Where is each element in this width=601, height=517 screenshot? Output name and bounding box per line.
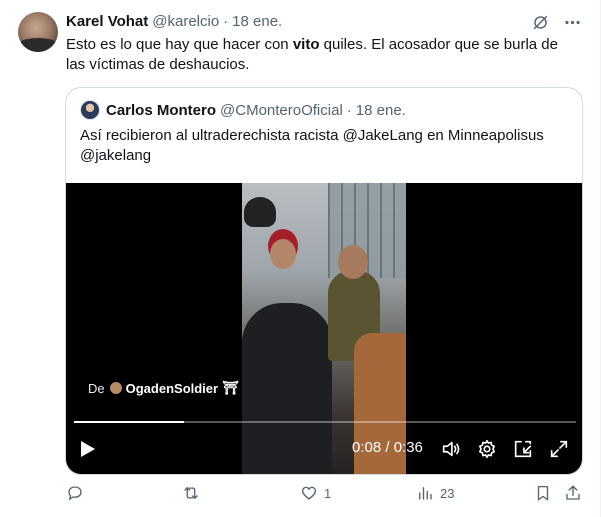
share-icon xyxy=(566,485,580,500)
fullscreen-icon[interactable] xyxy=(548,438,570,460)
tweet[interactable]: Karel Vohat @karelcio · 18 ene. Esto es … xyxy=(0,0,601,517)
like-count: 1 xyxy=(324,485,332,501)
share-button[interactable] xyxy=(564,484,582,502)
video-source-name[interactable]: OgadenSoldier xyxy=(126,381,218,396)
author-handle[interactable]: @karelcio xyxy=(152,13,219,30)
quote-text: Así recibieron al ultraderechista racist… xyxy=(80,127,544,164)
video-time: 0:08 / 0:36 xyxy=(352,439,423,456)
volume-icon[interactable] xyxy=(440,438,462,460)
video-frame xyxy=(242,183,406,474)
play-icon[interactable] xyxy=(80,440,96,458)
video-progress-bar[interactable] xyxy=(74,421,576,423)
views-icon xyxy=(419,487,432,500)
views-count: 23 xyxy=(440,485,455,501)
more-icon[interactable] xyxy=(562,12,582,32)
quote-author-handle: @CMonteroOficial xyxy=(220,101,343,119)
like-button[interactable]: 1 xyxy=(300,484,331,502)
like-icon xyxy=(301,486,317,500)
video-source[interactable]: De OgadenSoldier ⛩ xyxy=(88,380,239,396)
views-button[interactable]: 23 xyxy=(416,484,454,502)
grok-icon[interactable] xyxy=(530,12,550,32)
tweet-actions: 1 23 xyxy=(66,484,586,508)
tweet-header: Karel Vohat @karelcio · 18 ene. xyxy=(66,11,282,31)
video-progress-fill xyxy=(74,421,185,423)
video-controls: 0:08 / 0:36 xyxy=(66,433,582,463)
video-player[interactable]: De OgadenSoldier ⛩ 0:08 / 0:36 xyxy=(66,183,582,474)
tweet-text-bold: vito xyxy=(292,36,320,53)
quote-author-name: Carlos Montero xyxy=(106,101,217,119)
quote-header: Carlos Montero @CMonteroOficial · 18 ene… xyxy=(80,100,406,120)
quote-author-avatar xyxy=(80,100,100,120)
video-scene-helmet xyxy=(244,197,276,227)
tweet-top-icons xyxy=(530,12,582,32)
author-avatar[interactable] xyxy=(18,12,58,52)
retweet-icon xyxy=(184,487,198,499)
reply-icon xyxy=(68,486,82,501)
quote-separator-dot: · xyxy=(346,101,352,119)
video-scene-head-2 xyxy=(338,245,368,279)
torii-icon: ⛩ xyxy=(222,380,239,395)
author-name[interactable]: Karel Vohat xyxy=(66,13,148,30)
tweet-text: Esto es lo que hay que hacer con vito qu… xyxy=(66,35,576,75)
tweet-text-before: Esto es lo que hay que hacer con xyxy=(66,36,293,53)
separator-dot: · xyxy=(223,12,229,30)
quote-date: 18 ene. xyxy=(355,101,406,119)
retweet-button[interactable] xyxy=(182,484,206,502)
video-source-avatar xyxy=(109,382,122,394)
bookmark-icon xyxy=(537,485,549,501)
settings-icon[interactable] xyxy=(476,438,498,460)
reply-button[interactable] xyxy=(66,484,90,502)
video-scene-head xyxy=(270,239,296,269)
tweet-date[interactable]: 18 ene. xyxy=(232,13,282,30)
quoted-tweet[interactable]: Carlos Montero @CMonteroOficial · 18 ene… xyxy=(65,87,583,475)
popout-icon[interactable] xyxy=(512,438,534,460)
bookmark-button[interactable] xyxy=(534,484,552,502)
video-source-prefix: De xyxy=(88,380,105,396)
